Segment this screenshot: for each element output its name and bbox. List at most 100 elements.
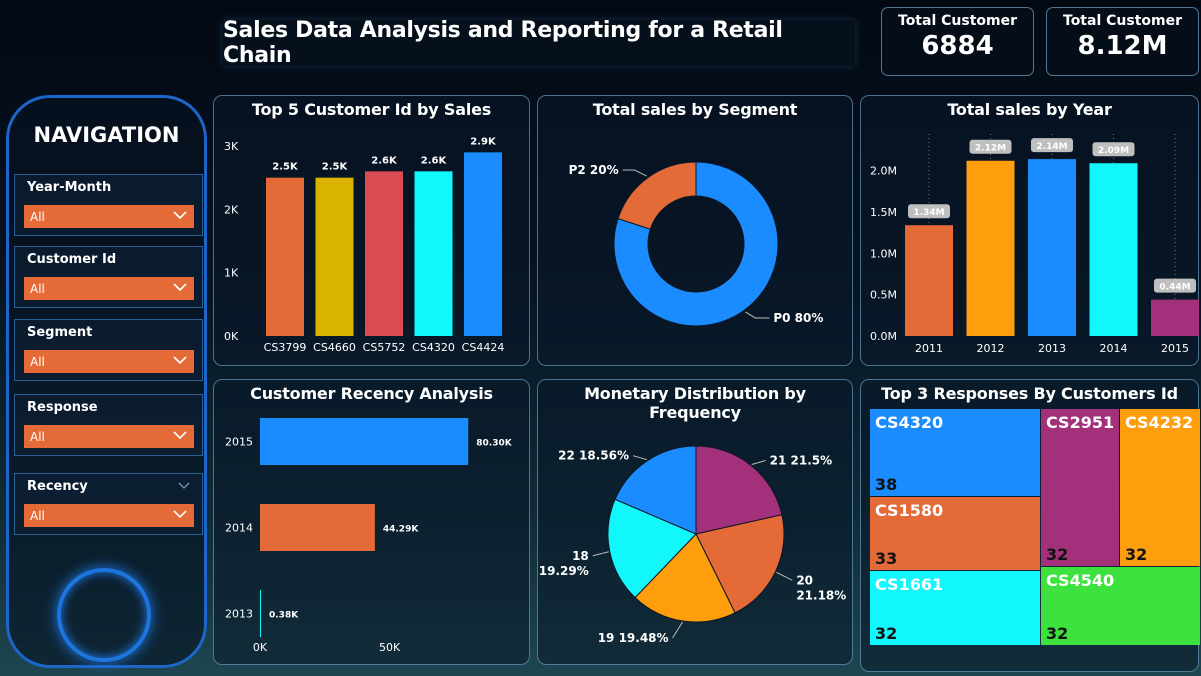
kpi-total-customer-card[interactable]: Total Customer 6884 (881, 7, 1034, 76)
x-tick-label: 2014 (1100, 342, 1128, 355)
leader-line (745, 311, 770, 319)
bar (260, 504, 375, 551)
data-label: P0 80% (773, 311, 823, 325)
data-label: 2.5K (272, 162, 299, 173)
cell-value: 33 (875, 549, 898, 568)
x-tick-label: CS4424 (462, 341, 505, 354)
filter-segment: Segment All (14, 319, 203, 381)
chevron-down-icon (173, 283, 187, 292)
year-month-dropdown[interactable]: All (24, 205, 194, 228)
recency-bar-chart: 2015 80.30K 2014 44.29K 2013 0.38K 0K 50K (225, 418, 513, 654)
cell-label: CS1580 (875, 501, 944, 520)
filter-response: Response All (14, 394, 203, 456)
monetary-pie-panel[interactable]: Monetary Distribution by Frequency 21 21… (537, 379, 853, 665)
chevron-down-icon (173, 211, 187, 220)
sales-by-year-panel[interactable]: Total sales by Year 0.0M 0.5M 1.0M 1.5M 2.0M… (860, 95, 1199, 366)
bar (260, 418, 469, 465)
bar (1089, 163, 1138, 336)
chevron-down-icon (173, 431, 187, 440)
treemap-cell[interactable]: CS1580 33 (870, 497, 1040, 570)
leader-line (751, 460, 766, 466)
data-label: 2.09M (1098, 146, 1129, 156)
cell-label: CS4540 (1046, 571, 1115, 590)
y-tick-label: 2013 (225, 608, 253, 621)
data-label: 2.12M (975, 144, 1006, 154)
segment-donut-chart: P0 80% P2 20% (569, 161, 823, 327)
x-tick-label: 0K (253, 641, 268, 654)
data-label: 2.5K (322, 162, 349, 173)
y-tick-label: 2014 (225, 522, 253, 535)
data-label: 0.38K (269, 611, 299, 621)
y-tick-label: 3K (224, 140, 239, 153)
kpi-label: Total Customer (898, 13, 1017, 29)
filter-label: Year-Month (27, 180, 112, 195)
y-tick-label: 1.0M (870, 247, 897, 260)
bar (1151, 299, 1199, 336)
bar (315, 177, 354, 336)
y-tick-label: 1K (224, 267, 239, 280)
treemap-panel[interactable]: Top 3 Responses By Customers Id CS4320 3… (860, 379, 1200, 672)
top5-customer-chart-panel[interactable]: Top 5 Customer Id by Sales 0K 1K 2K 3K 2.5K C… (213, 95, 530, 366)
x-tick-label: 2013 (1038, 342, 1066, 355)
customer-id-dropdown[interactable]: All (24, 277, 194, 300)
x-tick-label: 2011 (915, 342, 943, 355)
leader-line (776, 571, 793, 581)
x-tick-label: CS4660 (313, 341, 356, 354)
y-tick-label: 2015 (225, 436, 253, 449)
kpi-value: 6884 (921, 31, 994, 61)
filter-recency: Recency All (14, 473, 203, 535)
cell-label: CS4320 (875, 413, 944, 432)
bar (464, 152, 502, 336)
treemap-cell[interactable]: CS1661 32 (870, 571, 1040, 645)
y-tick-label: 2.0M (870, 165, 897, 178)
cell-value: 32 (1046, 545, 1069, 564)
y-tick-label: 0K (224, 330, 239, 343)
x-tick-label: CS3799 (264, 341, 307, 354)
cell-label: CS1661 (875, 575, 944, 594)
leader-line (632, 455, 648, 461)
filter-label: Recency (27, 479, 88, 494)
filter-customer-id: Customer Id All (14, 246, 203, 308)
chart-title: Top 3 Responses By Customers Id (881, 384, 1178, 403)
data-label: 80.30K (476, 439, 512, 449)
segment-dropdown[interactable]: All (24, 350, 194, 373)
treemap-cell[interactable]: CS4540 32 (1041, 567, 1200, 645)
y-tick-label: 2K (224, 203, 239, 216)
data-label: 22 18.56% (558, 449, 629, 463)
filter-label: Segment (27, 325, 93, 340)
x-tick-label: 50K (379, 641, 401, 654)
recency-dropdown[interactable]: All (24, 504, 194, 527)
segment-donut-panel[interactable]: Total sales by Segment P0 80% P2 20% (537, 95, 853, 366)
chevron-down-icon[interactable] (178, 481, 190, 491)
kpi-value: 8.12M (1077, 31, 1168, 61)
kpi-total-sales-card[interactable]: Total Customer 8.12M (1046, 7, 1199, 76)
bar (1028, 159, 1076, 336)
x-tick-label: CS5752 (363, 341, 406, 354)
cell-value: 32 (875, 624, 898, 643)
treemap-cell[interactable]: CS2951 32 (1041, 409, 1119, 566)
y-tick-label: 1.5M (870, 206, 897, 219)
chevron-down-icon (173, 356, 187, 365)
response-dropdown[interactable]: All (24, 425, 194, 448)
recency-panel[interactable]: Customer Recency Analysis 2015 80.30K 2014… (213, 379, 530, 665)
bar (365, 171, 403, 336)
bar (966, 160, 1015, 336)
dropdown-value: All (30, 355, 45, 369)
data-label: 18 (572, 549, 589, 563)
dropdown-value: All (30, 430, 45, 444)
x-tick-label: 2012 (977, 342, 1005, 355)
donut-slice (617, 161, 697, 230)
monetary-pie-chart: 21 21.5% 2021.18% 19 19.48% 1819.29% 22 18.5… (539, 445, 846, 645)
dashboard-title: Sales Data Analysis and Reporting for a … (223, 18, 855, 68)
data-label: 2.9K (470, 136, 497, 147)
data-label: 2.6K (421, 155, 448, 166)
cell-value: 32 (1046, 624, 1069, 643)
x-tick-label: 2015 (1161, 342, 1189, 355)
leader-line (622, 169, 647, 177)
bar (414, 171, 453, 336)
treemap-cell[interactable]: CS4320 38 (870, 409, 1040, 496)
navigation-panel: NAVIGATION Year-Month All Customer Id Al… (6, 95, 207, 668)
data-label: 19.29% (539, 564, 589, 578)
top5-customer-bar-chart: 0K 1K 2K 3K 2.5K CS3799 2.5K CS4660 2.6K CS5752 2.… (224, 136, 505, 354)
treemap-cell[interactable]: CS4232 32 (1120, 409, 1200, 566)
